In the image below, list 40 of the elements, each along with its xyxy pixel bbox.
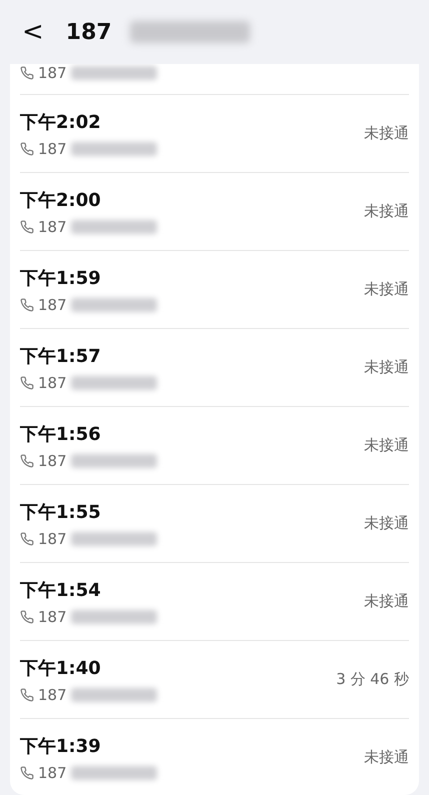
phone-icon bbox=[20, 220, 34, 234]
phone-icon bbox=[20, 766, 34, 780]
phone-number: 187 bbox=[38, 452, 67, 470]
phone-icon bbox=[20, 376, 34, 390]
phone-number: 187 bbox=[38, 686, 67, 704]
phone-icon bbox=[20, 688, 34, 702]
phone-icon bbox=[20, 66, 34, 80]
call-time: 下午1:54 bbox=[20, 578, 102, 602]
phone-icon bbox=[20, 610, 34, 624]
phone-number: 187 bbox=[38, 374, 67, 392]
call-status: 未接通 bbox=[364, 514, 409, 533]
call-time: 下午1:59 bbox=[20, 266, 102, 290]
phone-number: 187 bbox=[38, 64, 67, 82]
call-status: 未接通 bbox=[364, 124, 409, 143]
call-time: 下午1:57 bbox=[20, 344, 102, 368]
back-button[interactable]: < bbox=[18, 19, 48, 45]
call-time: 下午2:02 bbox=[20, 110, 102, 134]
phone-number: 187 bbox=[38, 140, 67, 158]
phone-number: 187 bbox=[38, 608, 67, 626]
call-status: 未接通 bbox=[364, 748, 409, 767]
phone-icon bbox=[20, 532, 34, 546]
phone-number: 187 bbox=[38, 530, 67, 548]
call-status: 3 分 46 秒 bbox=[336, 670, 409, 689]
phone-number: 187 bbox=[38, 296, 67, 314]
call-status: 未接通 bbox=[364, 436, 409, 455]
phone-icon bbox=[20, 142, 34, 156]
phone-number: 187 bbox=[38, 218, 67, 236]
page-title: 187 bbox=[66, 20, 112, 44]
call-status: 未接通 bbox=[364, 358, 409, 377]
call-time: 下午1:40 bbox=[20, 656, 102, 680]
call-time: 下午2:00 bbox=[20, 188, 102, 212]
phone-icon bbox=[20, 454, 34, 468]
call-status: 未接通 bbox=[364, 280, 409, 299]
call-status: 未接通 bbox=[364, 592, 409, 611]
phone-icon bbox=[20, 298, 34, 312]
call-status: 未接通 bbox=[364, 202, 409, 221]
call-time: 下午1:55 bbox=[20, 500, 102, 524]
call-time: 下午1:56 bbox=[20, 422, 102, 446]
call-time: 下午1:39 bbox=[20, 734, 102, 758]
phone-number: 187 bbox=[38, 764, 67, 782]
